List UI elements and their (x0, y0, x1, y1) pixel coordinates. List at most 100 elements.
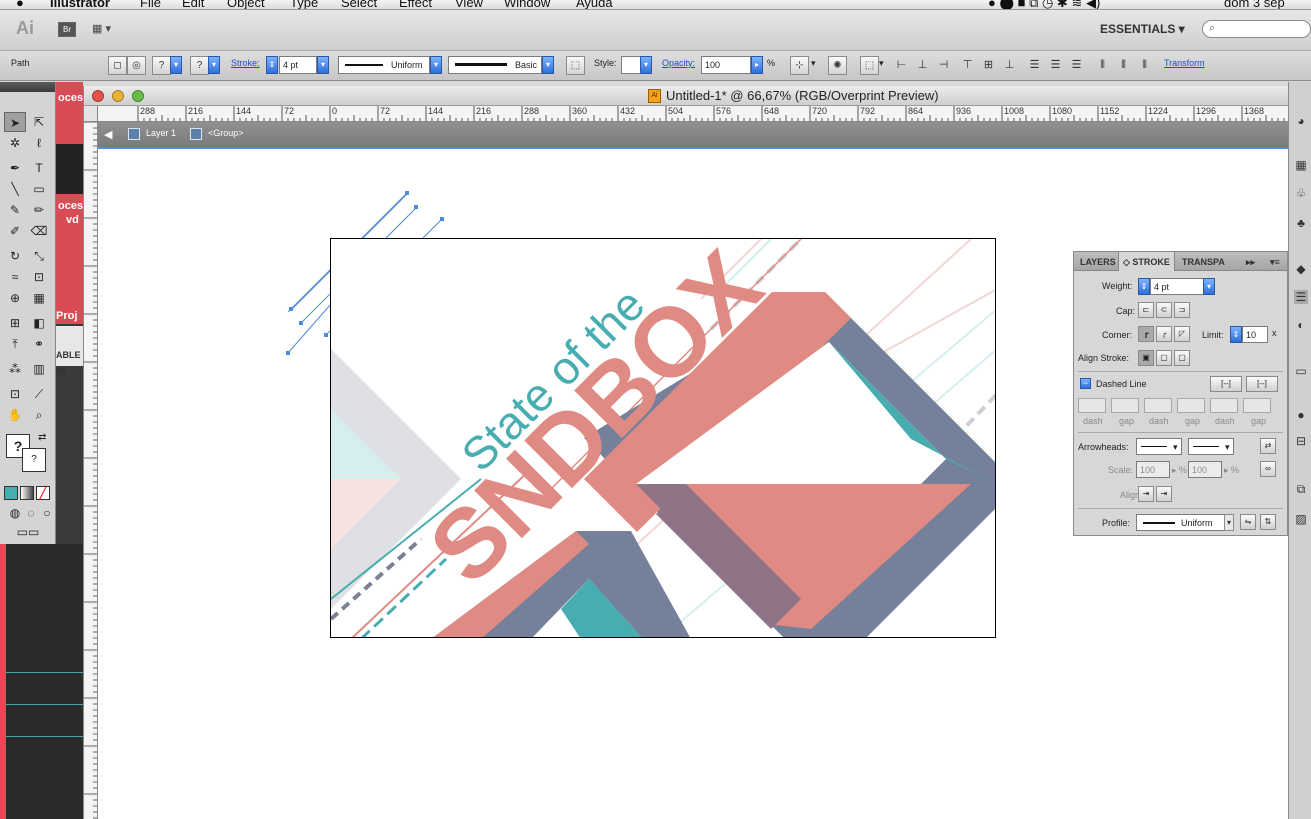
pathfinder-icon[interactable]: ⧉ (1294, 482, 1308, 496)
transform-link[interactable]: Transform (1164, 58, 1205, 68)
artwork[interactable]: State of the SNDBOX (331, 239, 996, 638)
scale-tool-icon[interactable]: ⤡ (28, 246, 50, 266)
projecting-cap-icon[interactable]: ⊐ (1174, 302, 1190, 318)
distribute-hcenter-icon[interactable]: ⫴ (1115, 57, 1132, 74)
symbols-panel-icon[interactable]: ♣ (1294, 216, 1308, 230)
stroke-panel-icon[interactable]: ☰ (1294, 290, 1308, 304)
horizontal-align-center-icon[interactable]: ⊥ (914, 57, 931, 74)
arrow-place-icon[interactable]: ⇥ (1156, 486, 1172, 502)
transparency-panel-icon[interactable]: ◐ (1294, 318, 1308, 332)
eyedropper-tool-icon[interactable]: ⤒ (4, 334, 26, 354)
miter-join-icon[interactable]: ┏ (1138, 326, 1154, 342)
fill-dropdown-arrow[interactable]: ▾ (170, 56, 182, 74)
align-center-icon[interactable]: ▣ (1138, 350, 1154, 366)
vertical-align-center-icon[interactable]: ⊞ (980, 57, 997, 74)
end-scale-arrow[interactable]: ▸ % (1224, 465, 1239, 476)
align-to-selection-icon[interactable]: ⬚ (860, 56, 879, 75)
start-scale-field[interactable]: 100 (1136, 461, 1170, 478)
round-cap-icon[interactable]: ⊂ (1156, 302, 1172, 318)
draw-inside-icon[interactable]: ○ (36, 503, 58, 523)
gap-field-2[interactable] (1177, 398, 1205, 413)
magic-wand-tool-icon[interactable]: ✲ (4, 133, 26, 153)
stroke-weight-field[interactable]: 4 pt (279, 56, 317, 74)
gradient-mode-icon[interactable] (20, 486, 34, 500)
link-scale-icon[interactable]: ∞ (1260, 461, 1276, 477)
appearance-panel-icon[interactable]: ▭ (1294, 364, 1308, 378)
workspace-switcher[interactable]: ESSENTIALS ▾ (1100, 22, 1185, 36)
zoom-window-icon[interactable] (132, 90, 144, 102)
swatches-panel-icon[interactable]: ▦ (1294, 158, 1308, 172)
opacity-field[interactable]: 100 (701, 56, 751, 74)
paintbrush-tool-icon[interactable]: ✎ (4, 200, 26, 220)
profile-dropdown[interactable]: ▾ (430, 56, 442, 74)
ruler-origin[interactable] (84, 106, 98, 122)
tools-panel-header[interactable] (0, 82, 55, 92)
menu-effect[interactable]: Effect (399, 0, 432, 9)
limit-field[interactable]: 10 (1242, 326, 1268, 343)
weight-field[interactable]: 4 pt (1150, 278, 1205, 295)
menu-object[interactable]: Object (227, 0, 265, 9)
warp-tool-icon[interactable]: ≈ (4, 267, 26, 287)
stroke-swatch-icon[interactable]: ◎ (127, 56, 146, 75)
hand-tool-icon[interactable]: ✋ (4, 405, 26, 425)
menu-edit[interactable]: Edit (182, 0, 204, 9)
artboard[interactable]: State of the SNDBOX (330, 238, 996, 638)
brushes-panel-icon[interactable]: ♧ (1294, 186, 1308, 200)
stroke-color-picker[interactable]: ? (190, 56, 209, 75)
distribute-right-icon[interactable]: ⫴ (1136, 57, 1153, 74)
align-dash-icon[interactable]: [‐‐] (1246, 376, 1278, 392)
distribute-bottom-icon[interactable]: ☰ (1068, 57, 1085, 74)
stroke-label-link[interactable]: Stroke: (231, 58, 260, 68)
bevel-join-icon[interactable]: ◸ (1174, 326, 1190, 342)
none-mode-icon[interactable]: ╱ (36, 486, 50, 500)
select-similar-arrow[interactable]: ▾ (811, 58, 816, 69)
symbol-sprayer-tool-icon[interactable]: ⁂ (4, 359, 26, 379)
dash-field-2[interactable] (1144, 398, 1172, 413)
document-titlebar[interactable]: Ai Untitled-1* @ 66,67% (RGB/Overprint P… (84, 86, 1289, 106)
swap-arrowheads-icon[interactable]: ⇄ (1260, 438, 1276, 454)
blob-brush-tool-icon[interactable]: ✐ (4, 221, 26, 241)
eraser-tool-icon[interactable]: ⌫ (28, 221, 50, 241)
panel-menu-icon[interactable]: ▾≡ (1270, 257, 1280, 268)
rectangle-tool-icon[interactable]: ▭ (28, 179, 50, 199)
stroke-box-icon[interactable]: ? (22, 448, 46, 472)
panel-expand-icon[interactable]: ▸▸ (1246, 257, 1255, 268)
line-tool-icon[interactable]: ╲ (4, 179, 26, 199)
weight-dropdown[interactable]: ▾ (1203, 278, 1215, 295)
align-to-arrow[interactable]: ▾ (879, 58, 884, 69)
vertical-align-bottom-icon[interactable]: ⊥ (1001, 57, 1018, 74)
gap-field-1[interactable] (1111, 398, 1139, 413)
menu-file[interactable]: File (140, 0, 161, 9)
pencil-tool-icon[interactable]: ✏ (28, 200, 50, 220)
butt-cap-icon[interactable]: ⊏ (1138, 302, 1154, 318)
slice-tool-icon[interactable]: ⟋ (28, 384, 50, 404)
dash-field-3[interactable] (1210, 398, 1238, 413)
variable-width-profile[interactable]: Uniform (338, 56, 430, 74)
layers-panel-icon[interactable]: ◆ (1294, 262, 1308, 276)
close-window-icon[interactable] (92, 90, 104, 102)
horizontal-align-left-icon[interactable]: ⊢ (893, 57, 910, 74)
apple-icon[interactable]: ● (16, 0, 24, 9)
fill-swatch-icon[interactable]: ◻ (108, 56, 127, 75)
distribute-center-icon[interactable]: ☰ (1047, 57, 1064, 74)
opacity-slider-arrow[interactable]: ▸ (751, 56, 763, 74)
stroke-weight-dropdown[interactable]: ▾ (317, 56, 329, 74)
menu-ayuda[interactable]: Ayuda (576, 0, 613, 9)
rotate-tool-icon[interactable]: ↻ (4, 246, 26, 266)
dash-field-1[interactable] (1078, 398, 1106, 413)
stroke-dropdown-arrow[interactable]: ▾ (208, 56, 220, 74)
menu-window[interactable]: Window (504, 0, 550, 9)
zoom-tool-icon[interactable]: ⌕ (28, 405, 50, 425)
color-mode-icon[interactable] (4, 486, 18, 500)
align-inside-icon[interactable]: ▢ (1156, 350, 1172, 366)
type-tool-icon[interactable]: T (28, 158, 50, 178)
menu-app[interactable]: Illustrator (50, 0, 110, 9)
tab-stroke[interactable]: ◇ STROKE (1118, 252, 1175, 271)
flip-across-icon[interactable]: ⇅ (1260, 514, 1276, 530)
limit-stepper[interactable]: ⇕ (1230, 326, 1242, 343)
start-arrowhead[interactable]: ▾ (1136, 438, 1182, 455)
back-arrow-icon[interactable]: ◀ (104, 128, 112, 141)
preserve-dash-icon[interactable]: [‐‐] (1210, 376, 1242, 392)
screen-mode-icon[interactable]: ▭▭ (10, 522, 46, 542)
graphic-style-swatch[interactable] (621, 56, 641, 74)
